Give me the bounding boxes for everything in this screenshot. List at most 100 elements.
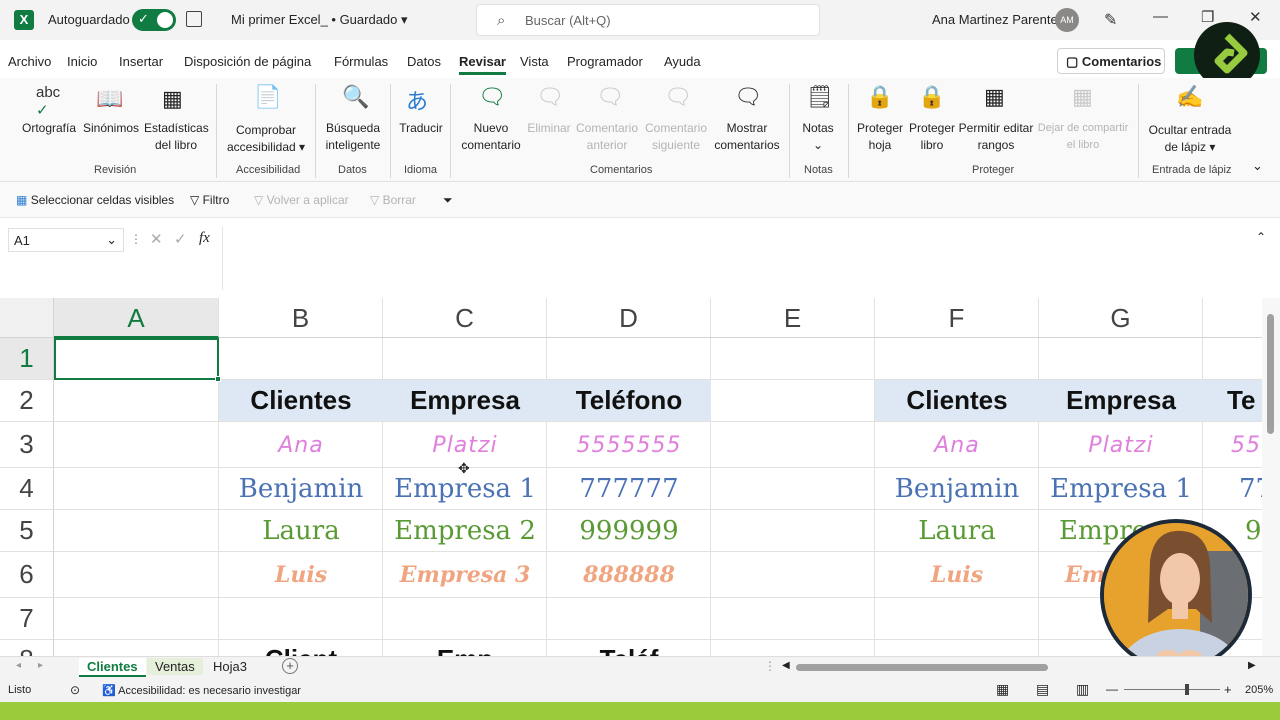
data-cell[interactable]: 888888: [547, 552, 711, 598]
autosave-toggle[interactable]: ✓: [132, 9, 176, 31]
new-comment-button[interactable]: Nuevo comentario: [458, 120, 524, 154]
data-cell[interactable]: Empresa 1: [1039, 468, 1203, 510]
vertical-scrollbar[interactable]: [1262, 298, 1280, 656]
column-header-f[interactable]: F: [875, 298, 1039, 338]
row-header-2[interactable]: 2: [0, 380, 54, 422]
insert-function-icon[interactable]: fx: [199, 230, 210, 247]
hide-ink-button[interactable]: Ocultar entrada de lápiz ▾: [1144, 122, 1236, 156]
data-cell[interactable]: 5555555: [547, 422, 711, 468]
check-accessibility-button[interactable]: Comprobar accesibilidad ▾: [224, 122, 308, 156]
pen-icon[interactable]: ✎: [1104, 10, 1117, 30]
zoom-slider[interactable]: [1124, 689, 1220, 690]
data-cell[interactable]: Luis: [219, 552, 383, 598]
tab-formulas[interactable]: Fórmulas: [334, 54, 388, 69]
zoom-thumb[interactable]: [1185, 684, 1189, 695]
data-cell[interactable]: Empresa 2: [383, 510, 547, 552]
filter-button[interactable]: ▽ Filtro: [190, 193, 229, 207]
tab-vista[interactable]: Vista: [520, 54, 549, 69]
scroll-right-icon[interactable]: ▸: [38, 660, 43, 671]
thesaurus-button[interactable]: Sinónimos: [82, 120, 140, 137]
hscroll-left-icon[interactable]: ◀: [782, 660, 790, 671]
page-layout-icon[interactable]: ▤: [1036, 681, 1049, 698]
column-header-c[interactable]: C: [383, 298, 547, 338]
allow-edit-ranges-button[interactable]: Permitir editar rangos: [958, 120, 1034, 154]
minimize-icon[interactable]: —: [1153, 8, 1168, 25]
accessibility-status[interactable]: ♿ Accesibilidad: es necesario investigar: [102, 684, 301, 697]
header-cell[interactable]: Teléfono: [547, 380, 711, 421]
sheet-tab-clientes[interactable]: Clientes: [79, 658, 146, 677]
header-cell[interactable]: Clientes: [219, 380, 383, 421]
avatar[interactable]: AM: [1055, 8, 1079, 32]
enter-icon[interactable]: ✓: [174, 230, 187, 248]
save-icon[interactable]: [186, 11, 202, 27]
select-all-corner[interactable]: [0, 298, 54, 338]
tab-inicio[interactable]: Inicio: [67, 54, 97, 69]
translate-button[interactable]: Traducir: [396, 120, 446, 137]
splitter-icon[interactable]: ⋮: [764, 659, 776, 673]
data-cell[interactable]: Laura: [219, 510, 383, 552]
collapse-ribbon-icon[interactable]: ⌄: [1252, 158, 1263, 174]
scroll-left-icon[interactable]: ◂: [16, 660, 21, 671]
normal-view-icon[interactable]: ▦: [996, 681, 1009, 698]
row-header-6[interactable]: 6: [0, 552, 54, 598]
row-header-4[interactable]: 4: [0, 468, 54, 510]
header-cell[interactable]: Clientes: [875, 380, 1039, 421]
zoom-in-icon[interactable]: +: [1224, 682, 1232, 697]
column-header-e[interactable]: E: [711, 298, 875, 338]
data-cell[interactable]: 77: [1203, 468, 1262, 510]
notes-button[interactable]: Notas ⌄: [796, 120, 840, 154]
data-cell[interactable]: Ana: [875, 422, 1039, 468]
protect-sheet-button[interactable]: Proteger hoja: [852, 120, 908, 154]
data-cell[interactable]: Platzi: [1039, 422, 1203, 468]
clear-button[interactable]: ▽ Borrar: [370, 193, 416, 207]
row-header-3[interactable]: 3: [0, 422, 54, 468]
header-cell[interactable]: Empresa: [1039, 380, 1203, 421]
comments-button[interactable]: ▢ Comentarios: [1057, 48, 1165, 74]
column-header-g[interactable]: G: [1039, 298, 1203, 338]
row-header-5[interactable]: 5: [0, 510, 54, 552]
unshare-workbook-button[interactable]: Dejar de compartir el libro: [1036, 120, 1130, 154]
sheet-tab-hoja3[interactable]: Hoja3: [205, 658, 255, 675]
tab-archivo[interactable]: Archivo: [8, 54, 51, 69]
data-cell[interactable]: Benjamin: [875, 468, 1039, 510]
formula-input[interactable]: [222, 226, 1272, 290]
next-comment-button[interactable]: Comentario siguiente: [642, 120, 710, 154]
header-cell[interactable]: Empresa: [383, 380, 547, 421]
column-header-b[interactable]: B: [219, 298, 383, 338]
show-comments-button[interactable]: Mostrar comentarios: [712, 120, 782, 154]
row-header-1[interactable]: 1: [0, 338, 54, 380]
document-name[interactable]: Mi primer Excel_ • Guardado ▾: [231, 12, 408, 28]
column-header-d[interactable]: D: [547, 298, 711, 338]
tab-programador[interactable]: Programador: [567, 54, 643, 69]
hscroll-right-icon[interactable]: ▶: [1248, 660, 1256, 671]
data-cell[interactable]: Laura: [875, 510, 1039, 552]
data-cell[interactable]: Ana: [219, 422, 383, 468]
sheet-tab-ventas[interactable]: Ventas: [147, 658, 203, 675]
workbook-stats-button[interactable]: Estadísticas del libro: [144, 120, 209, 154]
previous-comment-button[interactable]: Comentario anterior: [574, 120, 640, 154]
data-cell[interactable]: 999999: [547, 510, 711, 552]
reapply-button[interactable]: ▽ Volver a aplicar: [254, 193, 349, 207]
tab-datos[interactable]: Datos: [407, 54, 441, 69]
spreadsheet-grid[interactable]: A B C D E F G 1 2 3 4 5 6 7 8 Clientes E…: [0, 298, 1262, 656]
data-cell[interactable]: Luis: [875, 552, 1039, 598]
header-cell[interactable]: Client: [219, 640, 383, 656]
zoom-out-icon[interactable]: —: [1106, 682, 1118, 696]
tab-revisar[interactable]: Revisar: [459, 54, 506, 75]
tab-insertar[interactable]: Insertar: [119, 54, 163, 69]
tab-disposicion[interactable]: Disposición de página: [184, 54, 311, 69]
delete-comment-button[interactable]: Eliminar: [526, 120, 572, 137]
cancel-icon[interactable]: ✕: [150, 230, 163, 248]
data-cell[interactable]: Empresa 3: [383, 552, 547, 598]
search-box[interactable]: ⌕ Buscar (Alt+Q): [476, 4, 820, 36]
active-cell[interactable]: [54, 338, 221, 382]
macro-recording-icon[interactable]: ⊙: [70, 683, 80, 697]
data-cell[interactable]: 55: [1203, 422, 1262, 468]
spelling-button[interactable]: Ortografía: [20, 120, 78, 137]
header-cell[interactable]: Te: [1203, 380, 1262, 421]
data-cell[interactable]: Benjamin: [219, 468, 383, 510]
add-sheet-icon[interactable]: +: [282, 658, 298, 674]
select-visible-button[interactable]: ▦ Seleccionar celdas visibles: [16, 193, 174, 207]
header-cell[interactable]: Emp: [383, 640, 547, 656]
tab-ayuda[interactable]: Ayuda: [664, 54, 701, 69]
